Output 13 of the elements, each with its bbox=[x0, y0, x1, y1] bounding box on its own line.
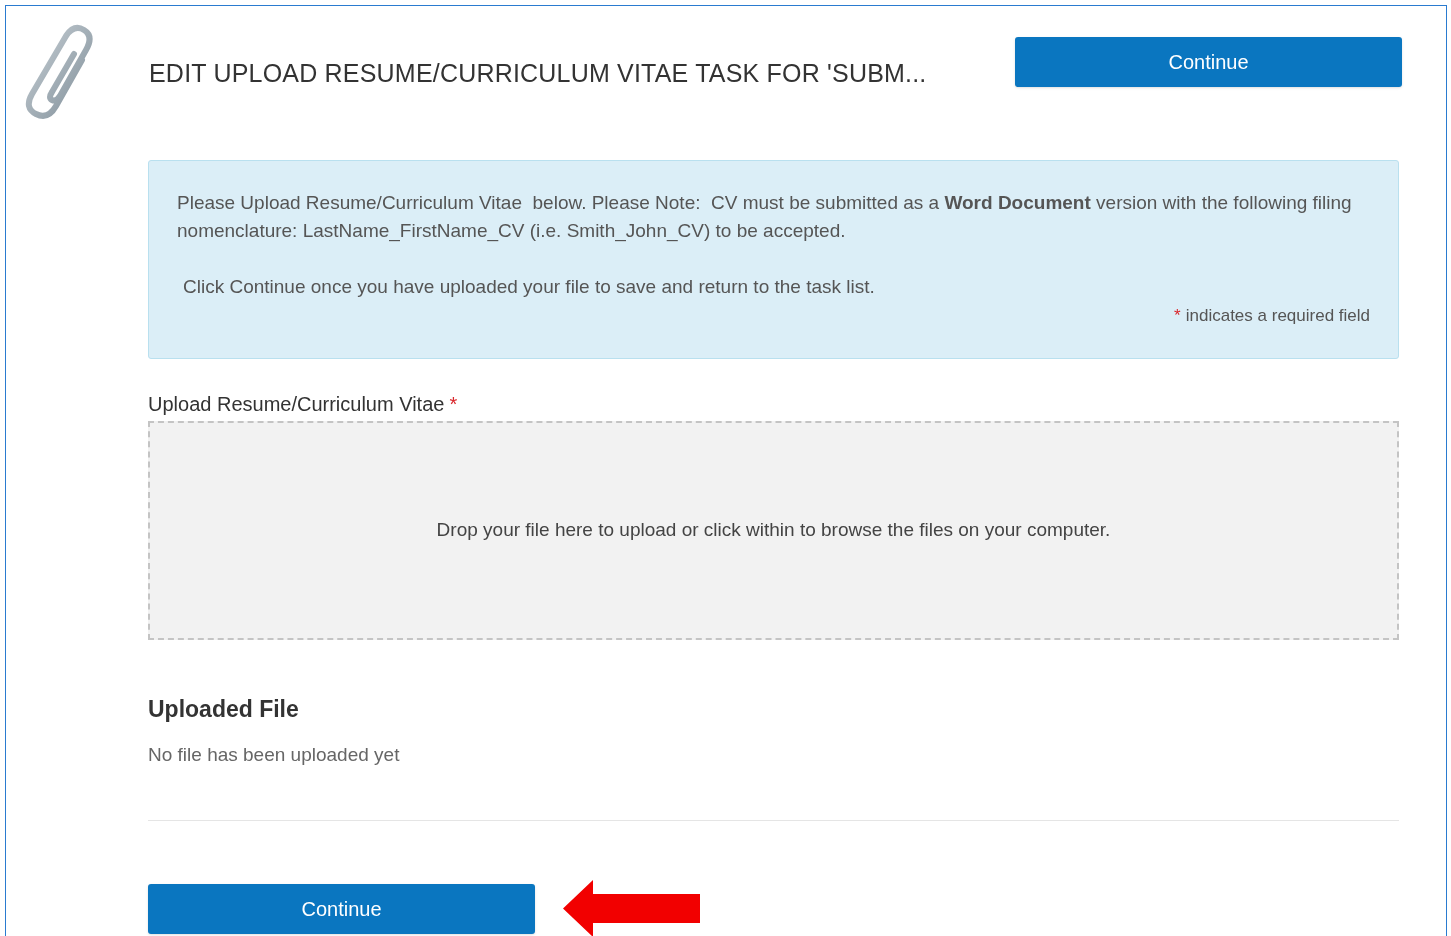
instructions-text: Please Upload Resume/Curriculum Vitae below. Please Note: CV must be submitted as a Word Document version with the following filing nomenclature: LastName_FirstName_CV (i.e. Smith_John_CV) to be accepted. bbox=[177, 191, 1353, 244]
required-note: indicates a required field bbox=[1185, 305, 1370, 327]
instructions-text: Click Continue once you have uploaded your file to save and return to the task list. bbox=[182, 275, 876, 299]
file-drop-zone[interactable]: Drop your file here to upload or click within to browse the files on your computer. bbox=[148, 421, 1399, 640]
continue-button[interactable]: Continue bbox=[1015, 37, 1402, 87]
page-title: EDIT UPLOAD RESUME/CURRICULUM VITAE TASK FOR 'SUBM... bbox=[149, 58, 927, 89]
required-asterisk: * bbox=[449, 392, 458, 417]
required-asterisk: * bbox=[1174, 305, 1181, 327]
field-label: Upload Resume/Curriculum Vitae bbox=[148, 392, 445, 417]
upload-status-text: No file has been uploaded yet bbox=[148, 742, 401, 767]
continue-button[interactable]: Continue bbox=[148, 883, 535, 934]
arrow-icon bbox=[563, 880, 700, 936]
section-heading: Uploaded File bbox=[148, 695, 300, 724]
